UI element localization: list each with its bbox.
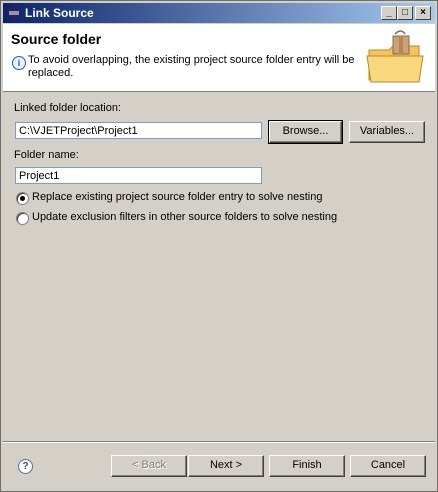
radio-replace-entry[interactable]: Replace existing project source folder e… [16,191,336,207]
folder-name-input[interactable] [15,167,262,184]
title-bar[interactable]: Link Source _ □ × [3,3,435,23]
radio-label: Replace existing project source folder e… [32,191,323,203]
window-title: Link Source [25,6,94,20]
finish-button[interactable]: Finish [269,455,345,477]
maximize-button[interactable]: □ [397,6,413,20]
variables-button[interactable]: Variables... [349,121,425,143]
page-title: Source folder [11,31,102,47]
link-source-dialog: Link Source _ □ × Source folder i To avo… [0,0,438,492]
info-icon: i [12,56,26,70]
cancel-button[interactable]: Cancel [350,455,426,477]
browse-button[interactable]: Browse... [268,120,343,144]
location-input[interactable] [15,122,262,139]
info-message: To avoid overlapping, the existing proje… [28,54,355,79]
radio-update-exclusion[interactable]: Update exclusion filters in other source… [16,211,346,227]
back-button[interactable]: < Back [111,455,187,477]
location-label-text: Linked folder location: [14,102,122,114]
help-icon[interactable]: ? [18,459,33,474]
next-button[interactable]: Next > [188,455,264,477]
radio-button[interactable] [16,212,29,225]
eclipse-icon [8,7,20,19]
location-label: Linked folder location: [14,102,121,114]
radio-button-selected[interactable] [16,192,29,205]
minimize-button[interactable]: _ [381,6,397,20]
footer-separator [3,441,435,443]
radio-label: Update exclusion filters in other source… [32,211,338,223]
folder-name-label: Folder name: [14,149,79,161]
folder-icon [366,30,424,83]
close-button[interactable]: × [415,6,431,20]
header-banner: Source folder i To avoid overlapping, th… [3,24,435,92]
